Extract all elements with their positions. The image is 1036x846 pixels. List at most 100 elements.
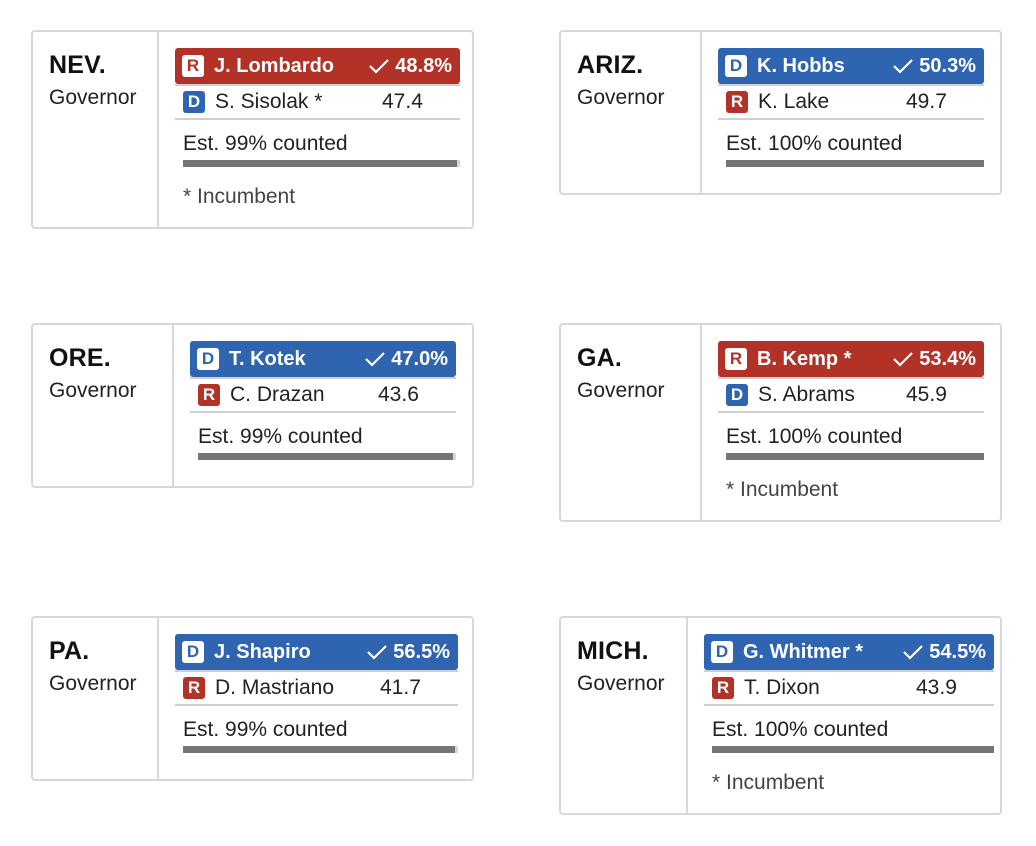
runner-up-row: R K. Lake 49.7: [718, 84, 984, 120]
race-card-ore: ORE. Governor D T. Kotek 47.0% R C. Draz…: [31, 323, 474, 488]
race-card-ga: GA. Governor R B. Kemp * 53.4% D S. Abra…: [559, 323, 1002, 522]
runner-up-pct: 43.6: [378, 383, 419, 406]
winner-name: J. Lombardo: [214, 54, 335, 77]
winner-row: D K. Hobbs 50.3%: [718, 48, 984, 84]
state-abbr: MICH.: [577, 637, 649, 665]
checkmark-icon: [893, 352, 914, 367]
race-label: Governor: [577, 86, 665, 109]
party-badge: R: [712, 677, 734, 699]
runner-up-pct: 47.4: [382, 90, 423, 113]
counted-label: Est. 100% counted: [712, 718, 889, 741]
race-card-ariz: ARIZ. Governor D K. Hobbs 50.3% R K. Lak…: [559, 30, 1002, 195]
state-abbr: NEV.: [49, 51, 106, 79]
runner-up-name: S. Sisolak *: [215, 90, 323, 113]
checkmark-icon: [903, 645, 924, 660]
race-card-pa: PA. Governor D J. Shapiro 56.5% R D. Mas…: [31, 616, 474, 781]
winner-row: R J. Lombardo 48.8%: [175, 48, 460, 84]
results: R J. Lombardo 48.8% D S. Sisolak * 47.4 …: [159, 32, 472, 227]
footnote: * Incumbent: [183, 185, 296, 208]
state-abbr: PA.: [49, 637, 90, 665]
race-label: Governor: [49, 379, 137, 402]
winner-row: D J. Shapiro 56.5%: [175, 634, 458, 670]
counted-label: Est. 100% counted: [726, 132, 903, 155]
race-label: Governor: [577, 672, 665, 695]
counted-label: Est. 100% counted: [726, 425, 903, 448]
footnote: * Incumbent: [712, 771, 825, 794]
counted-label: Est. 99% counted: [183, 718, 348, 741]
runner-up-pct: 49.7: [906, 90, 947, 113]
winner-row: D G. Whitmer * 54.5%: [704, 634, 994, 670]
state-column: PA. Governor: [33, 618, 159, 779]
winner-row: D T. Kotek 47.0%: [190, 341, 456, 377]
counted-bar: [726, 160, 984, 167]
winner-row: R B. Kemp * 53.4%: [718, 341, 984, 377]
checkmark-icon: [365, 352, 386, 367]
winner-name: T. Kotek: [229, 347, 306, 370]
state-abbr: ORE.: [49, 344, 111, 372]
runner-up-name: K. Lake: [758, 90, 830, 113]
counted-bar-fill: [726, 160, 984, 167]
party-badge: D: [726, 384, 748, 406]
state-column: ARIZ. Governor: [561, 32, 702, 193]
runner-up-name: C. Drazan: [230, 383, 325, 406]
counted-bar-fill: [183, 160, 458, 167]
party-badge: R: [198, 384, 220, 406]
counted-bar: [198, 453, 456, 460]
winner-name: K. Hobbs: [757, 54, 845, 77]
winner-name: G. Whitmer *: [743, 640, 864, 663]
winner-name: J. Shapiro: [214, 640, 311, 663]
counted-bar: [183, 746, 458, 753]
race-card-mich: MICH. Governor D G. Whitmer * 54.5% R T.…: [559, 616, 1002, 815]
party-badge: R: [725, 348, 747, 370]
race-label: Governor: [49, 86, 137, 109]
results: D G. Whitmer * 54.5% R T. Dixon 43.9 Est…: [688, 618, 1000, 813]
runner-up-name: T. Dixon: [744, 676, 820, 699]
party-badge: D: [183, 91, 205, 113]
winner-pct: 47.0%: [391, 347, 448, 370]
counted-label: Est. 99% counted: [183, 132, 348, 155]
counted-bar: [183, 160, 460, 167]
state-column: MICH. Governor: [561, 618, 688, 813]
party-badge: D: [197, 348, 219, 370]
party-badge: R: [726, 91, 748, 113]
results: D J. Shapiro 56.5% R D. Mastriano 41.7 E…: [159, 618, 472, 779]
counted-bar-fill: [183, 746, 456, 753]
runner-up-pct: 43.9: [916, 676, 957, 699]
results: D T. Kotek 47.0% R C. Drazan 43.6 Est. 9…: [174, 325, 472, 486]
runner-up-row: R T. Dixon 43.9: [704, 670, 994, 706]
runner-up-pct: 45.9: [906, 383, 947, 406]
counted-bar-fill: [198, 453, 454, 460]
winner-pct: 50.3%: [919, 54, 976, 77]
state-column: ORE. Governor: [33, 325, 174, 486]
checkmark-icon: [367, 645, 388, 660]
race-label: Governor: [49, 672, 137, 695]
counted-bar: [726, 453, 984, 460]
runner-up-row: R D. Mastriano 41.7: [175, 670, 458, 706]
footnote: * Incumbent: [726, 478, 839, 501]
checkmark-icon: [893, 59, 914, 74]
counted-bar: [712, 746, 994, 753]
results: R B. Kemp * 53.4% D S. Abrams 45.9 Est. …: [702, 325, 1000, 520]
winner-name: B. Kemp *: [757, 347, 852, 370]
state-abbr: GA.: [577, 344, 623, 372]
runner-up-row: R C. Drazan 43.6: [190, 377, 456, 413]
race-label: Governor: [577, 379, 665, 402]
results: D K. Hobbs 50.3% R K. Lake 49.7 Est. 100…: [702, 32, 1000, 193]
winner-pct: 56.5%: [393, 640, 450, 663]
runner-up-row: D S. Sisolak * 47.4: [175, 84, 460, 120]
runner-up-pct: 41.7: [380, 676, 421, 699]
runner-up-row: D S. Abrams 45.9: [718, 377, 984, 413]
state-column: NEV. Governor: [33, 32, 159, 227]
race-card-nev: NEV. Governor R J. Lombardo 48.8% D S. S…: [31, 30, 474, 229]
party-badge: D: [182, 641, 204, 663]
state-column: GA. Governor: [561, 325, 702, 520]
winner-pct: 53.4%: [919, 347, 976, 370]
winner-pct: 48.8%: [395, 54, 452, 77]
party-badge: D: [725, 55, 747, 77]
runner-up-name: S. Abrams: [758, 383, 855, 406]
counted-bar-fill: [712, 746, 994, 753]
counted-label: Est. 99% counted: [198, 425, 363, 448]
state-abbr: ARIZ.: [577, 51, 644, 79]
runner-up-name: D. Mastriano: [215, 676, 335, 699]
counted-bar-fill: [726, 453, 984, 460]
